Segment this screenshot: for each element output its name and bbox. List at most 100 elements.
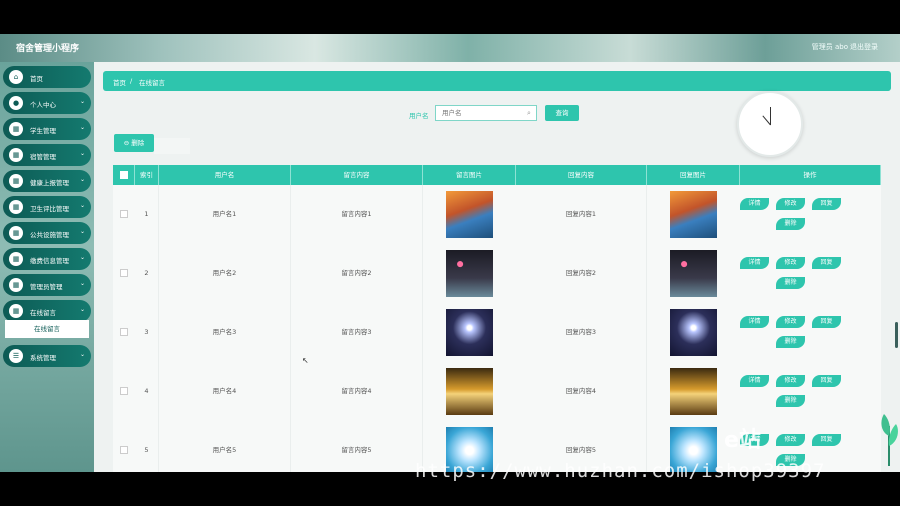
chevron-down-icon: ⌄ (79, 98, 85, 105)
column-header: 回复图片 (647, 165, 740, 185)
chevron-down-icon: ⌄ (79, 306, 85, 313)
messages-table: 索引 用户名 留言内容 留言图片 回复内容 回复图片 操作 1 用户名1 留言内容1 回复内容1 详… (113, 165, 881, 472)
column-header: 索引 (135, 165, 159, 185)
sidebar-item-9[interactable]: ▦ 在线留言 ⌄ (3, 300, 91, 322)
sidebar-item-3[interactable]: ▦ 宿管管理 ⌄ (3, 144, 91, 166)
admin-label: 管理员 abo (811, 43, 848, 51)
row-action-button[interactable]: 删除 (776, 336, 805, 348)
breadcrumb-current: 在线留言 (139, 79, 165, 87)
row-checkbox[interactable] (120, 387, 128, 395)
row-checkbox[interactable] (120, 446, 128, 454)
search-icon: ⌕ (527, 109, 531, 117)
row-action-button[interactable]: 回复 (812, 375, 841, 387)
grid-icon: ▦ (9, 148, 23, 162)
settings-icon: ☰ (9, 349, 23, 363)
chevron-down-icon: ⌄ (79, 280, 85, 287)
row-action-button[interactable]: 详情 (740, 375, 769, 387)
sidebar-item-6[interactable]: ▦ 公共设施管理 ⌄ (3, 222, 91, 244)
message-image[interactable] (446, 250, 493, 297)
cell-index: 4 (135, 362, 159, 421)
sidebar-item-1[interactable]: ● 个人中心 ⌄ (3, 92, 91, 114)
row-action-button[interactable]: 详情 (740, 257, 769, 269)
row-action-button[interactable]: 详情 (740, 316, 769, 328)
row-action-button[interactable]: 回复 (812, 434, 841, 446)
cell-username: 用户名1 (159, 185, 291, 244)
sidebar-item-8[interactable]: ▦ 管理员管理 ⌄ (3, 274, 91, 296)
row-action-button[interactable]: 修改 (776, 257, 805, 269)
sidebar-item-5[interactable]: ▦ 卫生评比管理 ⌄ (3, 196, 91, 218)
cell-message: 留言内容5 (291, 421, 423, 472)
column-header: 留言图片 (423, 165, 516, 185)
table-row: 4 用户名4 留言内容4 回复内容4 详情 修改 回复 删除 (113, 362, 881, 422)
sidebar-item-label: 系统管理 (30, 354, 56, 362)
cell-reply: 回复内容3 (516, 303, 647, 362)
row-checkbox[interactable] (120, 269, 128, 277)
message-image[interactable] (446, 191, 493, 238)
reply-image[interactable] (670, 309, 717, 356)
cell-index: 1 (135, 185, 159, 244)
sidebar-item-label: 健康上报管理 (30, 179, 69, 187)
cell-message: 留言内容2 (291, 244, 423, 303)
search-label: 用户名 (409, 112, 429, 120)
row-action-button[interactable]: 回复 (812, 198, 841, 210)
column-header[interactable] (113, 165, 135, 185)
sidebar-item-label: 公共设施管理 (30, 231, 69, 239)
top-bar: 宿舍管理小程序 管理员 abo 退出登录 (0, 34, 900, 62)
sidebar-item-10[interactable]: ☰ 系统管理 ⌄ (3, 345, 91, 367)
scrollbar-handle[interactable] (895, 322, 898, 348)
row-action-button[interactable]: 修改 (776, 434, 805, 446)
table-row: 3 用户名3 留言内容3 回复内容3 详情 修改 回复 删除 (113, 303, 881, 363)
column-header: 用户名 (159, 165, 291, 185)
user-icon: ● (9, 96, 23, 110)
reply-image[interactable] (670, 250, 717, 297)
cell-message: 留言内容4 (291, 362, 423, 421)
cell-reply: 回复内容4 (516, 362, 647, 421)
row-action-button[interactable]: 删除 (776, 277, 805, 289)
app-title: 宿舍管理小程序 (16, 44, 80, 54)
row-action-button[interactable]: 修改 (776, 375, 805, 387)
row-action-button[interactable]: 回复 (812, 316, 841, 328)
main-content: 首页 / 在线留言 用户名 ⌕ 查询 ⊖ 删除 索引用户名留言内容留言图片回复内… (94, 62, 900, 472)
sidebar-item-label: 个人中心 (30, 101, 56, 109)
sidebar-item-2[interactable]: ▦ 学生管理 ⌄ (3, 118, 91, 140)
grid-icon: ▦ (9, 278, 23, 292)
chevron-down-icon: ⌄ (79, 351, 85, 358)
message-image[interactable] (446, 368, 493, 415)
sidebar-subitem-online-messages[interactable]: 在线留言 (5, 320, 89, 338)
reply-image[interactable] (670, 368, 717, 415)
breadcrumb-home[interactable]: 首页 (113, 77, 126, 87)
bulk-delete-button[interactable]: ⊖ 删除 (114, 134, 154, 152)
sidebar-item-4[interactable]: ▦ 健康上报管理 ⌄ (3, 170, 91, 192)
row-action-button[interactable]: 回复 (812, 257, 841, 269)
row-action-button[interactable]: 删除 (776, 395, 805, 407)
username-search-input[interactable] (435, 105, 537, 121)
clock-hand-minute (770, 107, 771, 125)
message-image[interactable] (446, 309, 493, 356)
sidebar-item-0[interactable]: ⌂ 首页 (3, 66, 91, 88)
sidebar-item-label: 学生管理 (30, 127, 56, 135)
toolbar-spacer (154, 138, 190, 154)
row-action-button[interactable]: 详情 (740, 198, 769, 210)
row-action-button[interactable]: 修改 (776, 316, 805, 328)
row-checkbox[interactable] (120, 328, 128, 336)
reply-image[interactable] (670, 191, 717, 238)
app-screen: 宿舍管理小程序 管理员 abo 退出登录 ⌂ 首页 ● 个人中心 ⌄ ▦ 学生管理 ⌄ ▦ 宿管管… (0, 34, 900, 472)
logout-link[interactable]: 退出登录 (850, 42, 878, 52)
cell-index: 3 (135, 303, 159, 362)
select-all-checkbox[interactable] (120, 171, 128, 179)
cell-index: 5 (135, 421, 159, 472)
cell-username: 用户名2 (159, 244, 291, 303)
cell-username: 用户名4 (159, 362, 291, 421)
row-checkbox[interactable] (120, 210, 128, 218)
grid-icon: ▦ (9, 200, 23, 214)
column-header: 操作 (740, 165, 881, 185)
clock-decoration (737, 91, 803, 157)
cell-reply: 回复内容1 (516, 185, 647, 244)
query-button[interactable]: 查询 (545, 105, 579, 121)
watermark-logo: e站 (724, 428, 761, 453)
chevron-down-icon: ⌄ (79, 176, 85, 183)
sidebar: ⌂ 首页 ● 个人中心 ⌄ ▦ 学生管理 ⌄ ▦ 宿管管理 ⌄ ▦ 健康上报管理 ⌄ ▦ 卫生评比管理 ⌄ ▦ 公共… (0, 62, 94, 472)
row-action-button[interactable]: 修改 (776, 198, 805, 210)
sidebar-item-7[interactable]: ▦ 缴费信息管理 ⌄ (3, 248, 91, 270)
row-action-button[interactable]: 删除 (776, 218, 805, 230)
